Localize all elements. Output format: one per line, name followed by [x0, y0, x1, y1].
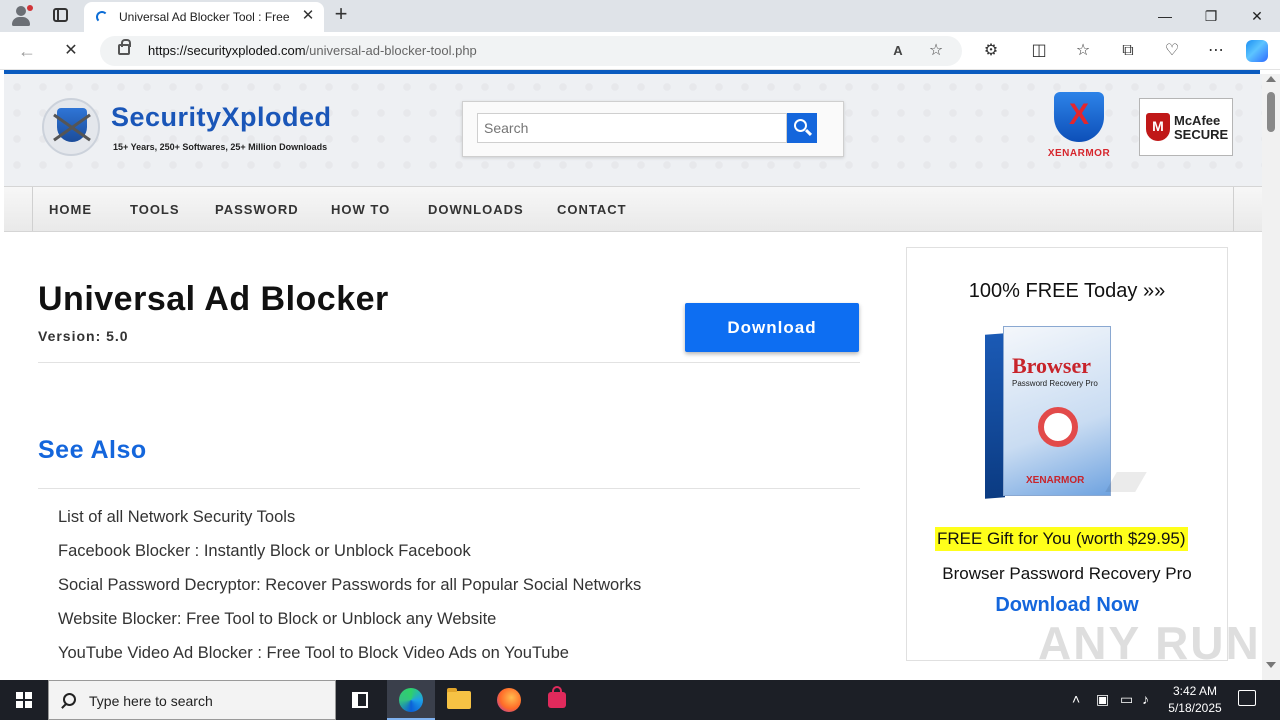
box-brand: XENARMOR	[1026, 475, 1085, 486]
divider	[38, 362, 860, 363]
firefox-icon	[497, 688, 521, 712]
nav-password[interactable]: PASSWORD	[215, 202, 299, 217]
see-also-heading: See Also	[38, 436, 147, 464]
lock-app-icon	[548, 686, 566, 708]
magnifier-icon	[1038, 407, 1078, 447]
page-scrollbar[interactable]	[1262, 74, 1280, 680]
nav-contact[interactable]: CONTACT	[557, 202, 627, 217]
see-also-link[interactable]: Social Password Decryptor: Recover Passw…	[58, 576, 641, 610]
site-header: SecurityXploded 15+ Years, 250+ Software…	[4, 74, 1262, 186]
mcafee-shield-icon: M	[1146, 113, 1170, 141]
loading-spinner-icon	[96, 11, 108, 23]
nav-home[interactable]: HOME	[49, 202, 92, 217]
copilot-icon[interactable]	[1246, 40, 1268, 62]
tab-close-icon[interactable]: ✕	[299, 7, 317, 25]
tray-chevron-icon[interactable]: ˄	[1072, 691, 1080, 707]
tab-title: Universal Ad Blocker Tool : Free A	[119, 10, 291, 24]
see-also-list: List of all Network Security Tools Faceb…	[58, 508, 641, 678]
windows-taskbar: Type here to search ˄ ▣ ▭ ♪ 3:42 AM 5/18…	[0, 680, 1280, 720]
back-button[interactable]: ←	[14, 39, 40, 63]
site-search-input[interactable]	[477, 113, 787, 143]
see-also-link[interactable]: List of all Network Security Tools	[58, 508, 641, 542]
promo-sidebar: 100% FREE Today »» Browser Password Reco…	[906, 247, 1228, 661]
site-search-button[interactable]	[787, 113, 817, 143]
mcafee-brand: McAfee	[1174, 113, 1221, 128]
taskbar-search[interactable]: Type here to search	[48, 680, 336, 720]
read-aloud-icon[interactable]: A	[888, 41, 908, 61]
edge-icon	[399, 688, 423, 712]
product-box-image[interactable]: Browser Password Recovery Pro XENARMOR	[985, 322, 1155, 502]
see-also-link[interactable]: Facebook Blocker : Instantly Block or Un…	[58, 542, 641, 576]
browser-essentials-icon[interactable]: ♡	[1161, 40, 1183, 62]
page-title: Universal Ad Blocker	[38, 280, 389, 318]
taskbar-edge[interactable]	[387, 680, 435, 720]
see-also-link[interactable]: Website Blocker: Free Tool to Block or U…	[58, 610, 641, 644]
windows-logo-icon	[16, 692, 32, 708]
logo-subtitle: 15+ Years, 250+ Softwares, 25+ Million D…	[113, 142, 328, 152]
favorites-icon[interactable]: ☆	[1072, 40, 1094, 62]
download-button[interactable]: Download	[685, 303, 859, 352]
product-name: Browser Password Recovery Pro	[942, 564, 1192, 583]
scroll-up-arrow-icon[interactable]	[1266, 76, 1276, 82]
browser-tab-active[interactable]: Universal Ad Blocker Tool : Free A ✕	[84, 2, 324, 32]
mcafee-secure-badge[interactable]: M McAfee SECURE	[1139, 98, 1233, 156]
tray-network-icon[interactable]: ▭	[1120, 691, 1133, 708]
task-view-button[interactable]	[336, 680, 384, 720]
taskbar-lock-app[interactable]	[533, 680, 581, 720]
taskbar-clock[interactable]: 3:42 AM 5/18/2025	[1160, 683, 1230, 717]
task-view-icon	[352, 692, 368, 708]
tray-device-icon[interactable]: ▣	[1096, 691, 1109, 708]
nav-how-to[interactable]: HOW TO	[331, 202, 390, 217]
notification-icon[interactable]	[1238, 690, 1256, 706]
see-also-link[interactable]: YouTube Video Ad Blocker : Free Tool to …	[58, 644, 641, 678]
logo-title[interactable]: SecurityXploded	[111, 102, 332, 133]
lock-icon[interactable]	[118, 39, 131, 55]
clock-date: 5/18/2025	[1168, 701, 1222, 715]
scroll-down-arrow-icon[interactable]	[1266, 662, 1276, 668]
download-now-link[interactable]: Download Now	[907, 594, 1227, 617]
version-label: Version: 5.0	[38, 328, 129, 344]
taskbar-firefox[interactable]	[485, 680, 533, 720]
new-tab-button[interactable]: +	[330, 3, 352, 26]
address-bar-row: ← ✕ https://securityxploded.com/universa…	[0, 32, 1280, 70]
settings-more-icon[interactable]: ⋯	[1205, 40, 1227, 62]
mcafee-secure-label: SECURE	[1174, 127, 1229, 142]
favorite-star-icon[interactable]: ☆	[926, 41, 946, 61]
collections-icon[interactable]: ⧉	[1117, 40, 1139, 62]
browser-tab-bar: Universal Ad Blocker Tool : Free A ✕ + —…	[0, 0, 1280, 32]
tab-actions-icon[interactable]	[53, 8, 68, 22]
box-subtitle: Password Recovery Pro	[1012, 379, 1098, 388]
anyrun-watermark: ANY RUN	[1038, 617, 1261, 669]
tray-volume-icon[interactable]: ♪	[1142, 691, 1149, 707]
taskbar-file-explorer[interactable]	[435, 680, 483, 720]
taskbar-search-placeholder: Type here to search	[89, 693, 213, 709]
url-text[interactable]: https://securityxploded.com/universal-ad…	[148, 43, 477, 58]
url-field[interactable]: https://securityxploded.com/universal-ad…	[100, 36, 962, 66]
extensions-icon[interactable]: ⚙	[980, 40, 1002, 62]
scroll-thumb[interactable]	[1267, 92, 1275, 132]
folder-icon	[447, 688, 471, 709]
promo-heading[interactable]: 100% FREE Today »»	[907, 280, 1227, 303]
nav-downloads[interactable]: DOWNLOADS	[428, 202, 524, 217]
close-window-button[interactable]: ✕	[1234, 0, 1280, 32]
page-viewport: SecurityXploded 15+ Years, 250+ Software…	[0, 74, 1280, 680]
box-title: Browser	[1012, 353, 1092, 378]
xenarmor-logo[interactable]: X XENARMOR	[1044, 90, 1114, 162]
divider	[38, 488, 860, 489]
clock-time: 3:42 AM	[1172, 684, 1218, 698]
maximize-button[interactable]: ❐	[1188, 0, 1234, 32]
logo-icon[interactable]	[42, 98, 100, 156]
main-content: Universal Ad Blocker Version: 5.0 Downlo…	[0, 232, 1262, 680]
stop-loading-button[interactable]: ✕	[58, 39, 84, 63]
split-screen-icon[interactable]: ◫	[1028, 40, 1050, 62]
site-search-box	[462, 101, 844, 157]
main-navigation: HOME TOOLS PASSWORD HOW TO DOWNLOADS CON…	[4, 186, 1262, 232]
start-button[interactable]	[0, 680, 48, 720]
gift-banner: FREE Gift for You (worth $29.95)	[935, 527, 1188, 551]
minimize-button[interactable]: —	[1142, 0, 1188, 32]
profile-icon[interactable]	[10, 5, 33, 27]
xenarmor-label: XENARMOR	[1047, 148, 1111, 159]
nav-tools[interactable]: TOOLS	[130, 202, 180, 217]
